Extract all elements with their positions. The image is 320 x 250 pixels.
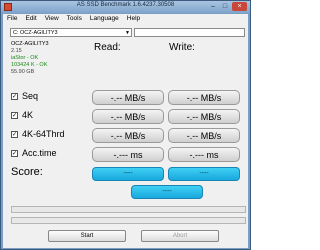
score-read: ---- (92, 167, 164, 181)
4k-checkbox[interactable]: ✓ (11, 112, 18, 119)
4k64-label: 4K-64Thrd (22, 129, 65, 139)
maximize-button[interactable]: □ (219, 2, 231, 11)
drive-firmware: 2.15 (11, 48, 22, 54)
drive-info-panel: OCZ-AGILITY3 2.15 iaStor - OK 103424 K -… (11, 41, 90, 83)
drive-select[interactable]: C: OCZ-AGILITY3 ▼ (10, 28, 132, 37)
start-button[interactable]: Start (48, 230, 126, 242)
main-content: C: OCZ-AGILITY3 ▼ OCZ-AGILITY3 2.15 iaSt… (3, 25, 248, 248)
score-write: ---- (168, 167, 240, 181)
app-window: AS SSD Benchmark 1.6.4237.30508 – □ × Fi… (0, 0, 251, 250)
acctime-read-value: -.--- ms (92, 147, 164, 162)
acctime-write-value: -.--- ms (168, 147, 240, 162)
menu-file[interactable]: File (3, 14, 21, 22)
minimize-button[interactable]: – (207, 2, 219, 11)
acctime-label: Acc.time (22, 148, 57, 158)
drive-size: 55.90 GB (11, 69, 35, 75)
alignment-status: 103424 K - OK (11, 62, 48, 68)
seq-write-value: -.-- MB/s (168, 90, 240, 105)
driver-status: iaStor - OK (11, 55, 39, 61)
menu-bar: File Edit View Tools Language Help (3, 14, 248, 25)
menu-help[interactable]: Help (123, 14, 144, 22)
menu-edit[interactable]: Edit (21, 14, 40, 22)
score-total: ---- (131, 185, 203, 199)
chevron-down-icon[interactable]: ▼ (125, 29, 130, 38)
seq-label: Seq (22, 91, 39, 101)
menu-language[interactable]: Language (86, 14, 123, 22)
seq-checkbox[interactable]: ✓ (11, 93, 18, 100)
seq-read-value: -.-- MB/s (92, 90, 164, 105)
read-header: Read: (94, 42, 121, 53)
close-button[interactable]: × (232, 2, 247, 11)
menu-view[interactable]: View (41, 14, 63, 22)
write-header: Write: (169, 42, 195, 53)
menu-tools[interactable]: Tools (63, 14, 86, 22)
acctime-checkbox[interactable]: ✓ (11, 150, 18, 157)
title-bar[interactable]: AS SSD Benchmark 1.6.4237.30508 – □ × (1, 1, 250, 13)
score-label: Score: (11, 166, 43, 178)
drive-extra-field (134, 28, 245, 37)
4k-label: 4K (22, 110, 34, 120)
4k64-write-value: -.-- MB/s (168, 128, 240, 143)
progress-bar-bottom (11, 217, 246, 224)
4k-read-value: -.-- MB/s (92, 109, 164, 124)
progress-bar-top (11, 206, 246, 213)
abort-button[interactable]: Abort (141, 230, 219, 242)
drive-select-value: C: OCZ-AGILITY3 (13, 30, 58, 36)
drive-name: OCZ-AGILITY3 (11, 41, 49, 47)
4k64-checkbox[interactable]: ✓ (11, 131, 18, 138)
4k64-read-value: -.-- MB/s (92, 128, 164, 143)
4k-write-value: -.-- MB/s (168, 109, 240, 124)
